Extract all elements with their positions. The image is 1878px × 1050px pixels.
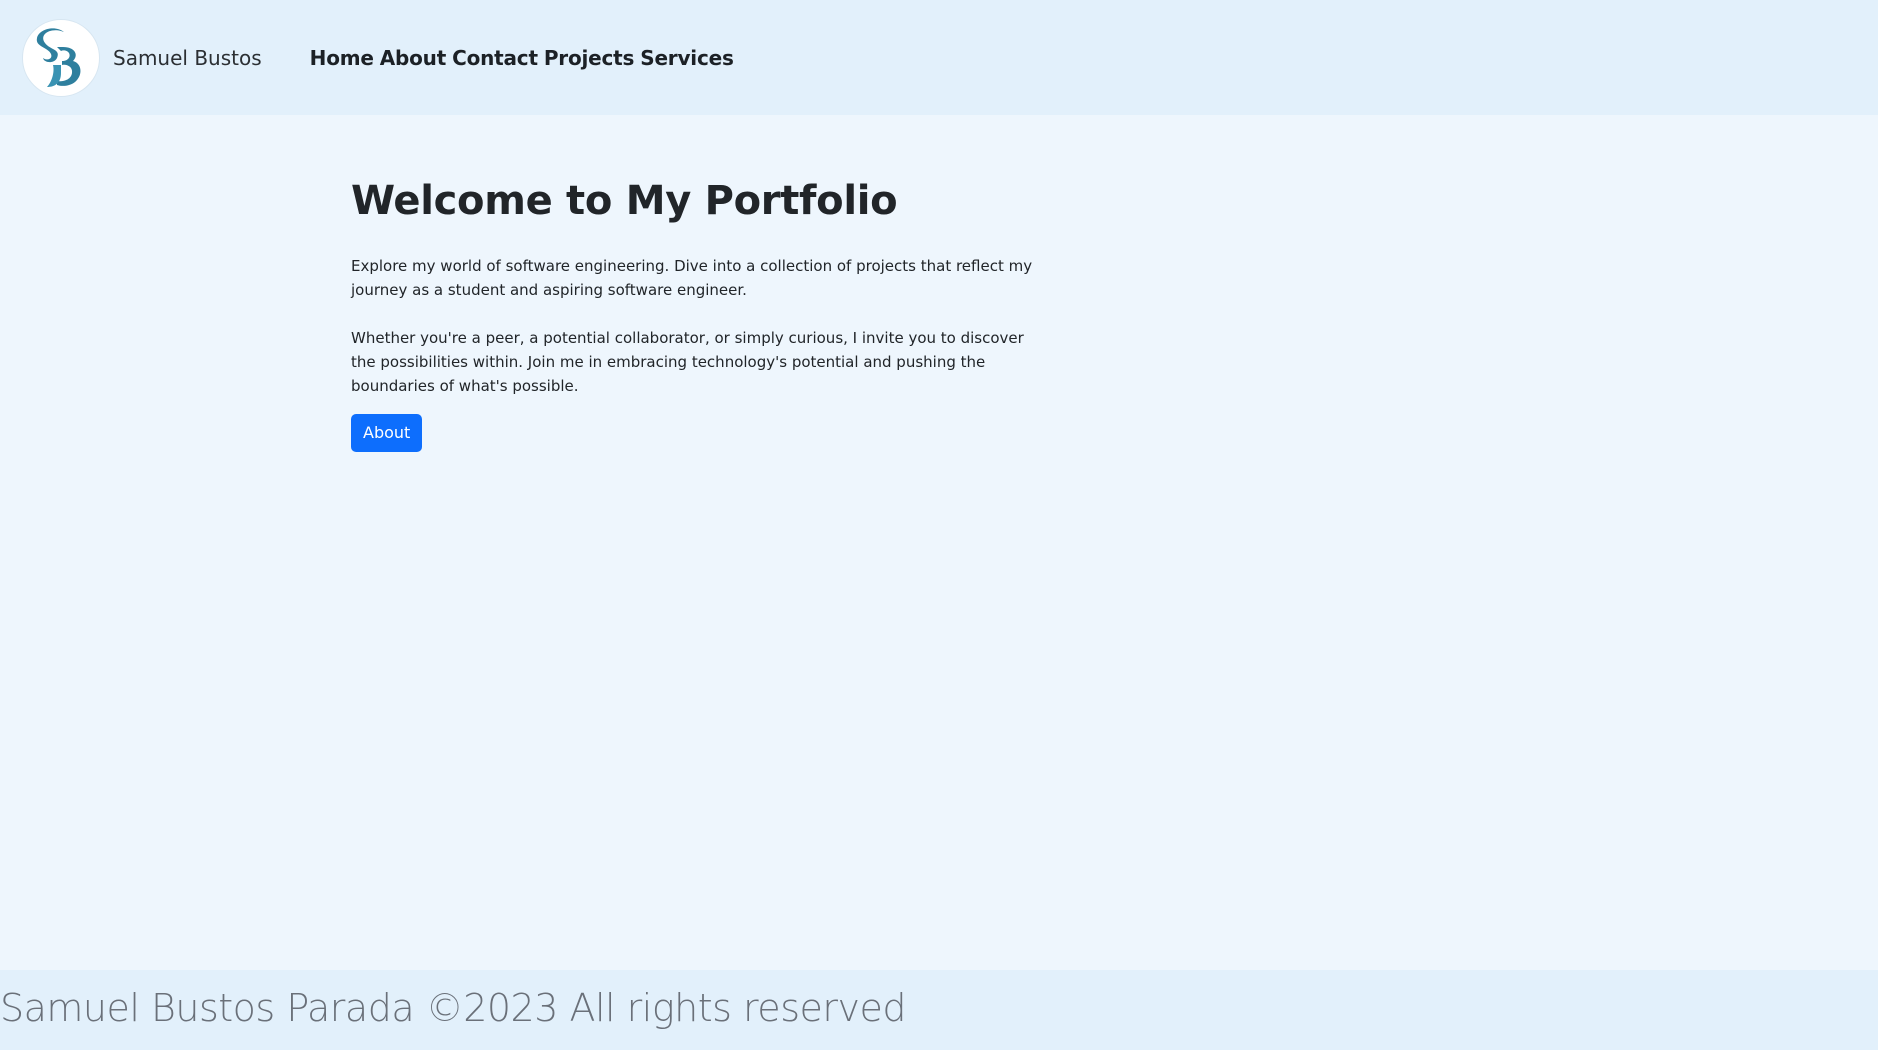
nav-link-contact[interactable]: Contact xyxy=(452,46,538,70)
intro-paragraph: Explore my world of software engineering… xyxy=(351,257,1033,299)
about-button[interactable]: About xyxy=(351,414,423,452)
nav-link-home[interactable]: Home xyxy=(310,46,374,70)
footer: Samuel Bustos Parada ©2023 All rights re… xyxy=(0,970,1878,1050)
nav-link-projects[interactable]: Projects xyxy=(544,46,635,70)
nav-link-about[interactable]: About xyxy=(380,46,447,70)
brand-name: Samuel Bustos xyxy=(113,45,262,70)
nav-link-services[interactable]: Services xyxy=(640,46,734,70)
brand-link[interactable]: Samuel Bustos xyxy=(22,18,262,97)
navbar: Samuel Bustos Home About Contact Project… xyxy=(0,0,1878,115)
sb-monogram-logo-icon xyxy=(22,18,100,97)
hero-section: Welcome to My Portfolio Explore my world… xyxy=(351,170,1051,452)
logo-graphic xyxy=(36,27,81,87)
invite-paragraph: Whether you're a peer, a potential colla… xyxy=(351,329,1024,395)
footer-copyright: Samuel Bustos Parada ©2023 All rights re… xyxy=(0,986,906,1030)
page-title: Welcome to My Portfolio xyxy=(351,178,898,224)
nav-links: Home About Contact Projects Services xyxy=(310,46,734,70)
